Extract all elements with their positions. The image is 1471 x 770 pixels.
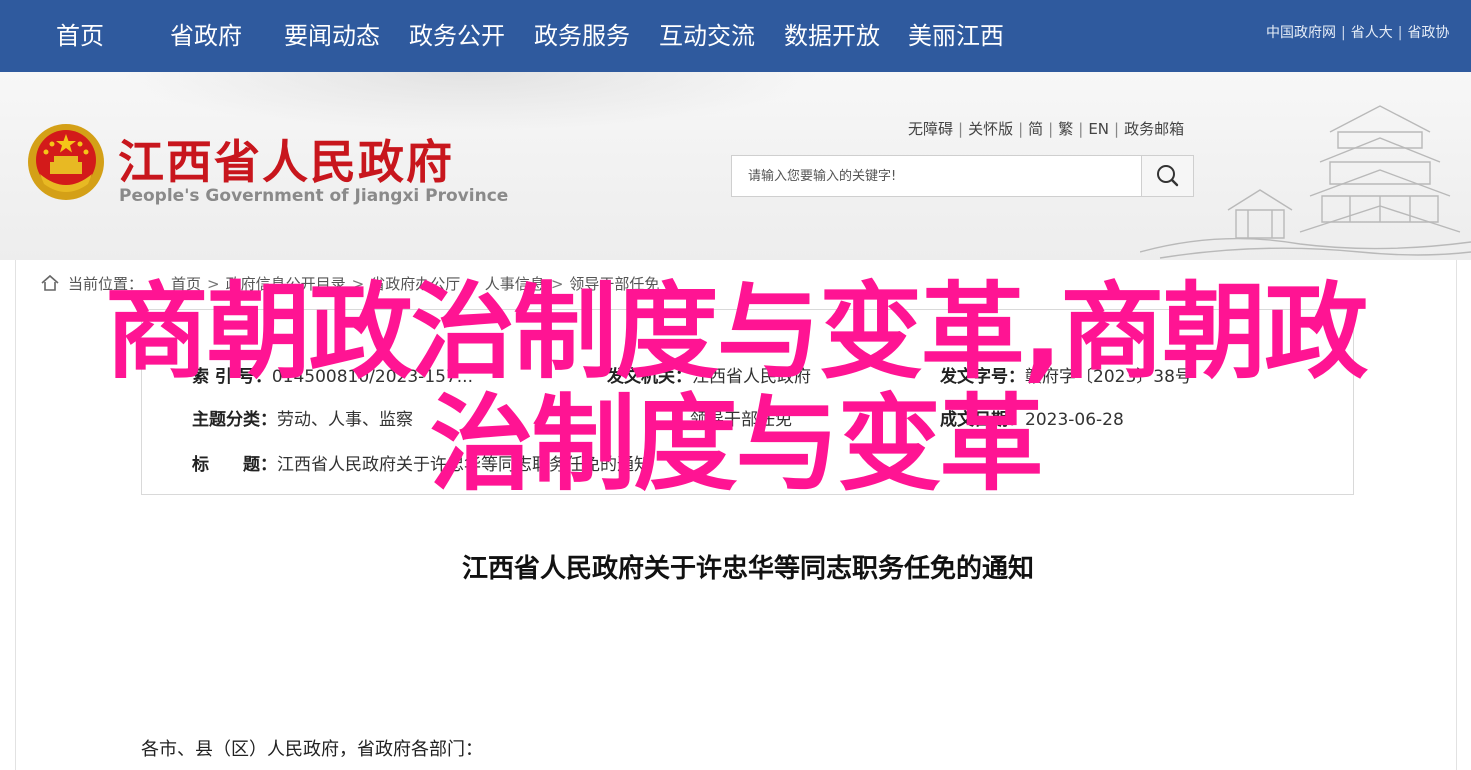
meta-label: 主题分类： <box>192 410 277 430</box>
nav-item-gov-affairs-public[interactable]: 政务公开 <box>409 18 505 54</box>
meta-value: 014500810/2023-157... <box>271 367 473 387</box>
meta-value: 领导干部任免 <box>690 410 792 430</box>
link-simplified[interactable]: 简 <box>1028 120 1043 138</box>
top-nav-bar: 首页 省政府 要闻动态 政务公开 政务服务 互动交流 数据开放 美丽江西 中国政… <box>0 0 1471 72</box>
nav-item-news[interactable]: 要闻动态 <box>284 18 380 54</box>
search-input[interactable] <box>732 156 1142 196</box>
site-search <box>731 155 1194 197</box>
link-elder-care-mode[interactable]: 关怀版 <box>968 120 1013 138</box>
meta-label: 成文日期： <box>940 410 1025 430</box>
divider: | <box>1048 120 1054 138</box>
divider: | <box>1341 25 1346 41</box>
divider: | <box>1018 120 1024 138</box>
chevron-right-icon: > <box>207 275 220 293</box>
divider: | <box>958 120 964 138</box>
header-background-mist <box>120 72 820 132</box>
meta-value: 赣府字〔2023〕38号 <box>1025 367 1192 387</box>
nav-item-home[interactable]: 首页 <box>56 18 104 54</box>
meta-category-2: 领导干部任免 <box>690 405 792 430</box>
breadcrumb-prefix: 当前位置： <box>68 275 144 293</box>
meta-title: 标 题：江西省人民政府关于许忠华等同志职务任免的通知 <box>192 450 651 475</box>
breadcrumb-personnel-info[interactable]: 人事信息 <box>485 275 545 293</box>
national-emblem-icon <box>28 124 104 200</box>
site-logo-english: People's Government of Jiangxi Province <box>119 186 509 206</box>
nav-item-province-gov[interactable]: 省政府 <box>170 18 242 54</box>
meta-issuer: 发文机关：江西省人民政府 <box>607 362 811 387</box>
meta-value: 江西省人民政府 <box>692 367 811 387</box>
meta-label: 索 引 号： <box>192 367 272 387</box>
divider: | <box>1114 120 1120 138</box>
breadcrumb-general-office[interactable]: 省政府办公厅 <box>370 275 460 293</box>
meta-category: 主题分类：劳动、人事、监察 <box>192 405 413 430</box>
site-logo-chinese[interactable]: 江西省人民政府 <box>118 126 454 192</box>
chevron-right-icon: > <box>466 275 479 293</box>
breadcrumb-home[interactable]: 首页 <box>171 275 201 293</box>
divider: | <box>1078 120 1084 138</box>
meta-label: 发文字号： <box>940 367 1025 387</box>
chevron-right-icon: > <box>351 275 365 293</box>
meta-value: 劳动、人事、监察 <box>277 410 413 430</box>
pavilion-illustration-icon <box>1140 105 1471 259</box>
breadcrumb: 当前位置： 首页 > 政府信息公开目录 > 省政府办公厅 > 人事信息 > 领导干部任免 <box>40 273 659 295</box>
nav-item-open-data[interactable]: 数据开放 <box>784 18 880 54</box>
link-provincial-cppcc[interactable]: 省政协 <box>1407 25 1449 41</box>
nav-item-beautiful-jiangxi[interactable]: 美丽江西 <box>908 18 1004 54</box>
divider: | <box>1397 25 1403 41</box>
home-icon <box>41 274 59 291</box>
meta-doc-number: 发文字号：赣府字〔2023〕38号 <box>940 362 1192 387</box>
document-title: 江西省人民政府关于许忠华等同志职务任免的通知 <box>461 554 1034 584</box>
link-accessibility[interactable]: 无障碍 <box>908 120 953 138</box>
link-traditional[interactable]: 繁 <box>1058 120 1073 138</box>
meta-label: 发文机关： <box>607 367 692 387</box>
meta-value: 2023-06-28 <box>1025 410 1124 430</box>
document-salutation: 各市、县（区）人民政府，省政府各部门： <box>141 739 483 760</box>
meta-date: 成文日期：2023-06-28 <box>940 405 1124 430</box>
nav-item-gov-services[interactable]: 政务服务 <box>534 18 630 54</box>
meta-index: 索 引 号：014500810/2023-157... <box>192 362 473 387</box>
meta-value: 江西省人民政府关于许忠华等同志职务任免的通知 <box>277 455 651 475</box>
breadcrumb-appointments[interactable]: 领导干部任免 <box>569 275 659 293</box>
nav-item-interaction[interactable]: 互动交流 <box>659 18 755 54</box>
link-china-gov[interactable]: 中国政府网 <box>1266 25 1336 41</box>
meta-label: 标 题： <box>192 455 277 475</box>
link-provincial-congress[interactable]: 省人大 <box>1351 25 1393 41</box>
site-header: 江西省人民政府 People's Government of Jiangxi P… <box>0 72 1471 260</box>
breadcrumb-info-disclosure[interactable]: 政府信息公开目录 <box>226 275 346 293</box>
chevron-right-icon: > <box>550 275 564 293</box>
link-english[interactable]: EN <box>1088 120 1109 138</box>
top-external-links: 中国政府网 | 省人大 | 省政协 <box>1266 22 1471 44</box>
